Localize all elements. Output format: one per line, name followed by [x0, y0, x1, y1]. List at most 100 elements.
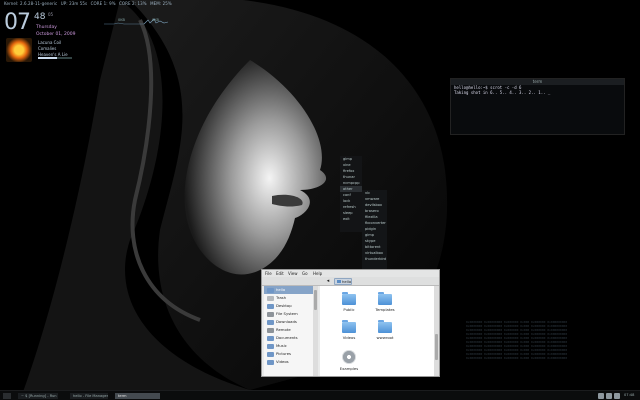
- root-menu[interactable]: gimp xine firefox thunar ncmpcpp other conf loc…: [340, 156, 362, 232]
- path-crumb-label: hello: [342, 279, 352, 284]
- terminal-window[interactable]: term hello@hello:~$ scrot -c -d 6 Taking…: [450, 78, 625, 135]
- core2-text: CORE 2: 13%: [119, 1, 147, 6]
- submenu-item-thunderbird[interactable]: thunderbird: [362, 256, 387, 262]
- file-manager-window[interactable]: File Edit View Go Help ◂ hello hello Tras…: [261, 269, 440, 377]
- menu-view[interactable]: View: [288, 271, 298, 276]
- sidebar-item-label: Documents: [276, 335, 298, 340]
- content-scrollbar[interactable]: [434, 286, 439, 376]
- sidebar-item-trash[interactable]: Trash: [264, 294, 317, 302]
- sidebar-item-label: Music: [276, 343, 287, 348]
- sidebar-scrollbar[interactable]: [313, 286, 318, 376]
- sidebar-item-music[interactable]: Music: [264, 342, 317, 350]
- folder-icon: [267, 311, 274, 317]
- sidebar-item-desktop[interactable]: Desktop: [264, 302, 317, 310]
- folder-item-public[interactable]: Public: [334, 292, 364, 318]
- net-up-label: 0KB: [152, 18, 159, 22]
- clock-second: 05: [48, 12, 54, 17]
- taskbar-clock: 07:48: [624, 393, 635, 397]
- sidebar-item-label: hello: [276, 287, 286, 292]
- folder-icon: [267, 335, 274, 341]
- clock-widget: 07 48 05 Thursday October 01, 2009: [4, 10, 94, 40]
- sidebar-item-label: Remote: [276, 327, 291, 332]
- music-progress: [38, 57, 72, 59]
- music-artist: Lacuna Coil: [38, 40, 62, 45]
- menu-file[interactable]: File: [265, 271, 272, 276]
- sidebar-item-hello[interactable]: hello: [264, 286, 317, 294]
- clock-minute: 48: [34, 12, 46, 22]
- music-album: Comalies: [38, 46, 57, 51]
- folder-icon: [342, 292, 356, 305]
- clock-weekday: Thursday: [36, 25, 57, 30]
- sidebar-item-videos[interactable]: Videos: [264, 358, 317, 366]
- home-folder-icon: [337, 280, 341, 283]
- volume-tray-icon[interactable]: [606, 393, 612, 399]
- folder-item-templates[interactable]: Templates: [370, 292, 400, 318]
- task-item-term[interactable]: term: [115, 393, 160, 399]
- folder-item-label: Templates: [375, 307, 395, 312]
- kernel-text: Kernel: 2.6.28-11-generic: [4, 1, 58, 6]
- fm-sidebar[interactable]: hello Trash Desktop File System Downloads Rem…: [264, 286, 318, 376]
- network-tray-icon[interactable]: [598, 393, 604, 399]
- folder-item-wwwroot[interactable]: wwwroot: [370, 320, 400, 346]
- sidebar-item-label: Trash: [276, 295, 287, 300]
- start-icon[interactable]: [3, 393, 11, 399]
- system-status-bar: Kernel: 2.6.28-11-generic UP: 23m 55s CO…: [0, 0, 640, 9]
- network-graph: 0KB 0KB: [104, 10, 169, 25]
- mem-text: MEM: 25%: [150, 1, 172, 6]
- path-crumb[interactable]: hello: [334, 278, 352, 285]
- folder-item-label: wwwroot: [376, 335, 394, 340]
- task-item-file-manager[interactable]: hello - File Manager: [70, 393, 108, 399]
- content-scroll-thumb[interactable]: [435, 334, 438, 360]
- clock-hour: 07: [4, 10, 31, 35]
- sidebar-item-label: Desktop: [276, 303, 292, 308]
- sidebar-item-documents[interactable]: Documents: [264, 334, 317, 342]
- net-down-label: 0KB: [118, 18, 125, 22]
- folder-icon: [267, 287, 274, 293]
- fm-content[interactable]: Public Templates Videos wwwroot Examples: [320, 286, 434, 376]
- folder-icon: [267, 351, 274, 357]
- menu-edit[interactable]: Edit: [276, 271, 284, 276]
- folder-item-label: Examples: [339, 366, 359, 371]
- update-tray-icon[interactable]: [614, 393, 620, 399]
- menu-go[interactable]: Go: [302, 271, 308, 276]
- sidebar-item-remote[interactable]: Remote: [264, 326, 317, 334]
- folder-icon: [378, 292, 392, 305]
- clock-date: October 01, 2009: [36, 32, 76, 37]
- music-progress-fill: [38, 57, 57, 59]
- folder-icon: [267, 319, 274, 325]
- menu-item-exit[interactable]: exit: [340, 216, 362, 222]
- sidebar-item-label: Pictures: [276, 351, 292, 356]
- folder-item-label: Public: [343, 307, 355, 312]
- sidebar-scroll-thumb[interactable]: [314, 290, 317, 310]
- terminal-line: Taking shot in 6.. 5.. 4.. 3.. 2.. 1.. _: [454, 90, 551, 95]
- back-arrow-icon[interactable]: ◂: [324, 278, 332, 285]
- sidebar-item-pictures[interactable]: Pictures: [264, 350, 317, 358]
- task-item-run[interactable]: ~ $ [Running] - Run Whole...: [18, 393, 58, 399]
- folder-item-videos[interactable]: Videos: [334, 320, 364, 346]
- root-submenu[interactable]: vlc vmware devilsbox brasero filezilla fbconv…: [362, 190, 387, 271]
- folder-icon: [267, 359, 274, 365]
- folder-icon: [267, 295, 274, 301]
- folder-icon: [342, 320, 356, 333]
- dim-text-block: 0x0000000 0x00000000 0x000000 0x000 0x00…: [466, 320, 606, 360]
- sidebar-item-downloads[interactable]: Downloads: [264, 318, 317, 326]
- sidebar-item-file-system[interactable]: File System: [264, 310, 317, 318]
- uptime-text: UP: 23m 55s: [60, 1, 88, 6]
- folder-icon: [378, 320, 392, 333]
- music-widget: Lacuna Coil Comalies Heaven's A Lie: [4, 38, 84, 62]
- taskbar: ~ $ [Running] - Run Whole... hello - Fil…: [0, 390, 640, 400]
- menu-help[interactable]: Help: [313, 271, 322, 276]
- folder-icon: [267, 303, 274, 309]
- core1-text: CORE 1: 9%: [90, 1, 116, 6]
- fm-toolbar: ◂ hello: [262, 277, 439, 286]
- folder-item-label: Videos: [342, 335, 356, 340]
- sidebar-item-label: File System: [276, 311, 298, 316]
- folder-icon: [267, 327, 274, 333]
- examples-icon: [342, 350, 356, 364]
- folder-icon: [267, 343, 274, 349]
- sidebar-item-label: Downloads: [276, 319, 297, 324]
- folder-item-examples[interactable]: Examples: [334, 348, 364, 374]
- album-cover: [6, 38, 32, 62]
- fm-menubar: File Edit View Go Help: [262, 270, 439, 277]
- sidebar-item-label: Videos: [276, 359, 289, 364]
